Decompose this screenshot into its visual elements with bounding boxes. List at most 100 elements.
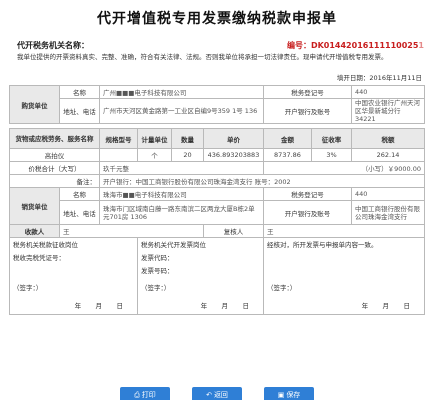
serial-label: 编号： (286, 41, 311, 50)
goods-header-rate: 征收率 (311, 128, 352, 149)
button-row: ⎙ 打印 ↶ 返回 ▣ 保存 (0, 382, 434, 400)
buyer-row-1: 购货单位 名称 广州■■■电子科技有限公司 税务登记号 440 (9, 85, 425, 124)
page-title: 代开增值税专用发票缴纳税款申报单 (97, 11, 337, 27)
total-label: 价税合计（大写） (9, 161, 100, 175)
goods-item-price: 436.893203883 (203, 148, 264, 162)
day-label: 日 (116, 302, 124, 311)
year-label: 年 (361, 302, 369, 311)
save-icon: ▣ (277, 391, 285, 399)
buyer-bank-value: 中国农业银行广州天河区华景新城分行 34221 (351, 98, 425, 124)
sign-label-2: （签字：） (137, 276, 264, 297)
fill-date-value: 2016年11月11日 (369, 74, 422, 82)
seller-bank-value: 中国工商银行股份有限公司珠海金湾支行 (351, 200, 425, 225)
declaration-text: 我单位提供的开票资料真实、完整、准确，符合有关法律、法规。否则我单位将承担一切法… (17, 53, 388, 61)
day-label: 日 (403, 302, 411, 311)
seller-tax-value: 440 (351, 187, 425, 201)
month-label: 月 (382, 302, 390, 311)
issuing-post-title: 税务机关代开发票岗位 (137, 237, 264, 251)
reviewer-value: 王 (263, 224, 425, 238)
goods-item-rate: 3% (311, 148, 352, 162)
seller-addr-label: 地址、电话 (59, 200, 100, 225)
bottom-row-5: 年 月 日 年 月 日 年 月 日 (9, 296, 425, 315)
save-button[interactable]: ▣ 保存 (264, 387, 314, 400)
goods-item-name: 高拍仪 (9, 148, 100, 162)
declaration-sheet: 代开增值税专用发票缴纳税款申报单 代开税务机关名称： 编号：DK01442016… (0, 0, 434, 400)
buyer-row-2: 地址、电话 广州市天河区黄金路第一工业区自编9号359 1号 136 开户银行及… (10, 98, 425, 124)
seller-name-value: 珠海市■■电子科技有限公司 (99, 187, 264, 201)
date-line-2: 年 月 日 (137, 296, 264, 315)
goods-item-unit: 个 (137, 148, 172, 162)
blank-cell (9, 263, 138, 277)
goods-item-spec (99, 148, 138, 162)
buyer-name-value: 广州■■■电子科技有限公司 (99, 85, 264, 99)
serial-blurred-part: 1 (418, 41, 424, 50)
fill-date-label: 填开日期： (336, 74, 370, 82)
verification-text: 经核对，所开发票与申报单内容一致。 (263, 237, 425, 251)
print-button-label: 打印 (141, 391, 156, 399)
date-line-1: 年 月 日 (9, 296, 138, 315)
blank-cell (263, 250, 425, 264)
seller-bank-label: 开户银行及账号 (263, 200, 352, 225)
year-label: 年 (74, 302, 82, 311)
payee-row: 收款人 王 复核人 王 (9, 224, 425, 238)
goods-header-tax: 税额 (351, 128, 425, 149)
serial-number: 编号：DK014420161111100251 (287, 40, 424, 51)
print-button[interactable]: ⎙ 打印 (120, 387, 170, 400)
declaration-table: 购货单位 名称 广州■■■电子科技有限公司 税务登记号 440 地址、电话 广州… (9, 85, 425, 315)
printer-icon: ⎙ (134, 391, 140, 399)
receipt-number-label: 税收完税凭证号： (9, 250, 138, 264)
payee-value: 王 (59, 224, 204, 238)
goods-header-amount: 金额 (263, 128, 312, 149)
month-label: 月 (221, 302, 229, 311)
buyer-tax-value: 440 (351, 85, 425, 99)
bottom-row-2: 税收完税凭证号： 发票代码： (9, 250, 425, 264)
bottom-row-3: 发票号码： (9, 263, 425, 277)
goods-header-price: 单价 (203, 128, 264, 149)
back-arrow-icon: ↶ (206, 391, 212, 399)
total-small-value: ￥9000.00 (387, 165, 421, 173)
fill-date: 填开日期：2016年11月11日 (337, 72, 422, 82)
day-label: 日 (242, 302, 250, 311)
goods-header-name: 货物或应税劳务、服务名称 (9, 128, 100, 149)
date-line-3: 年 月 日 (263, 296, 425, 315)
goods-row: 高拍仪 个 20 436.893203883 8737.86 3% 262.14 (9, 148, 425, 162)
goods-item-tax: 262.14 (351, 148, 425, 162)
save-button-label: 保存 (286, 391, 301, 399)
remark-label: 备注： (9, 174, 100, 188)
remark-value: 开户银行：中国工商银行股份有限公司珠海金湾支行 账号：2002 (99, 174, 425, 188)
buyer-tax-label: 税务登记号 (263, 85, 352, 99)
invoice-number-label: 发票号码： (137, 263, 264, 277)
total-row: 价税合计（大写） 玖千元整 （小写）￥9000.00 (9, 161, 425, 175)
buyer-group-label: 购货单位 (9, 85, 60, 124)
sign-label-3: （签字：） (263, 276, 425, 297)
seller-tax-label: 税务登记号 (263, 187, 352, 201)
collection-post-title: 税务机关税款征收岗位 (9, 237, 138, 251)
seller-addr-value: 珠海市门区域南白藤一路东南滨二区两龙大厦B栋2单元701房 1306 (99, 200, 264, 225)
total-small: （小写）￥9000.00 (263, 161, 425, 175)
bottom-row-1: 税务机关税款征收岗位 税务机关代开发票岗位 经核对，所开发票与申报单内容一致。 (9, 237, 425, 251)
total-small-label: （小写） (361, 165, 388, 173)
goods-header-qty: 数量 (171, 128, 204, 149)
total-words: 玖千元整 (99, 161, 264, 175)
goods-item-amount: 8737.86 (263, 148, 312, 162)
month-label: 月 (95, 302, 103, 311)
year-label: 年 (200, 302, 208, 311)
buyer-bank-label: 开户银行及账号 (263, 98, 352, 124)
buyer-addr-value: 广州市天河区黄金路第一工业区自编9号359 1号 136 (99, 98, 264, 124)
remark-row: 备注： 开户银行：中国工商银行股份有限公司珠海金湾支行 账号：2002 (9, 174, 425, 188)
goods-item-qty: 20 (171, 148, 204, 162)
buyer-addr-label: 地址、电话 (59, 98, 100, 124)
seller-group-label: 销货单位 (9, 187, 60, 225)
tax-office-field: 代开税务机关名称： (17, 40, 152, 51)
seller-row-1: 销货单位 名称 珠海市■■电子科技有限公司 税务登记号 440 (9, 187, 425, 225)
back-button-label: 返回 (213, 391, 228, 399)
back-button[interactable]: ↶ 返回 (192, 387, 242, 400)
goods-header-row: 货物或应税劳务、服务名称 规格型号 计量单位 数量 单价 金额 征收率 税额 (9, 128, 425, 149)
buyer-name-label: 名称 (59, 85, 100, 99)
goods-header-unit: 计量单位 (137, 128, 172, 149)
reviewer-label: 复核人 (203, 224, 264, 238)
sign-label-1: （签字：） (9, 276, 138, 297)
seller-row-2: 地址、电话 珠海市门区域南白藤一路东南滨二区两龙大厦B栋2单元701房 1306… (10, 200, 425, 225)
bottom-row-4: （签字：） （签字：） （签字：） (9, 276, 425, 297)
goods-header-spec: 规格型号 (99, 128, 138, 149)
